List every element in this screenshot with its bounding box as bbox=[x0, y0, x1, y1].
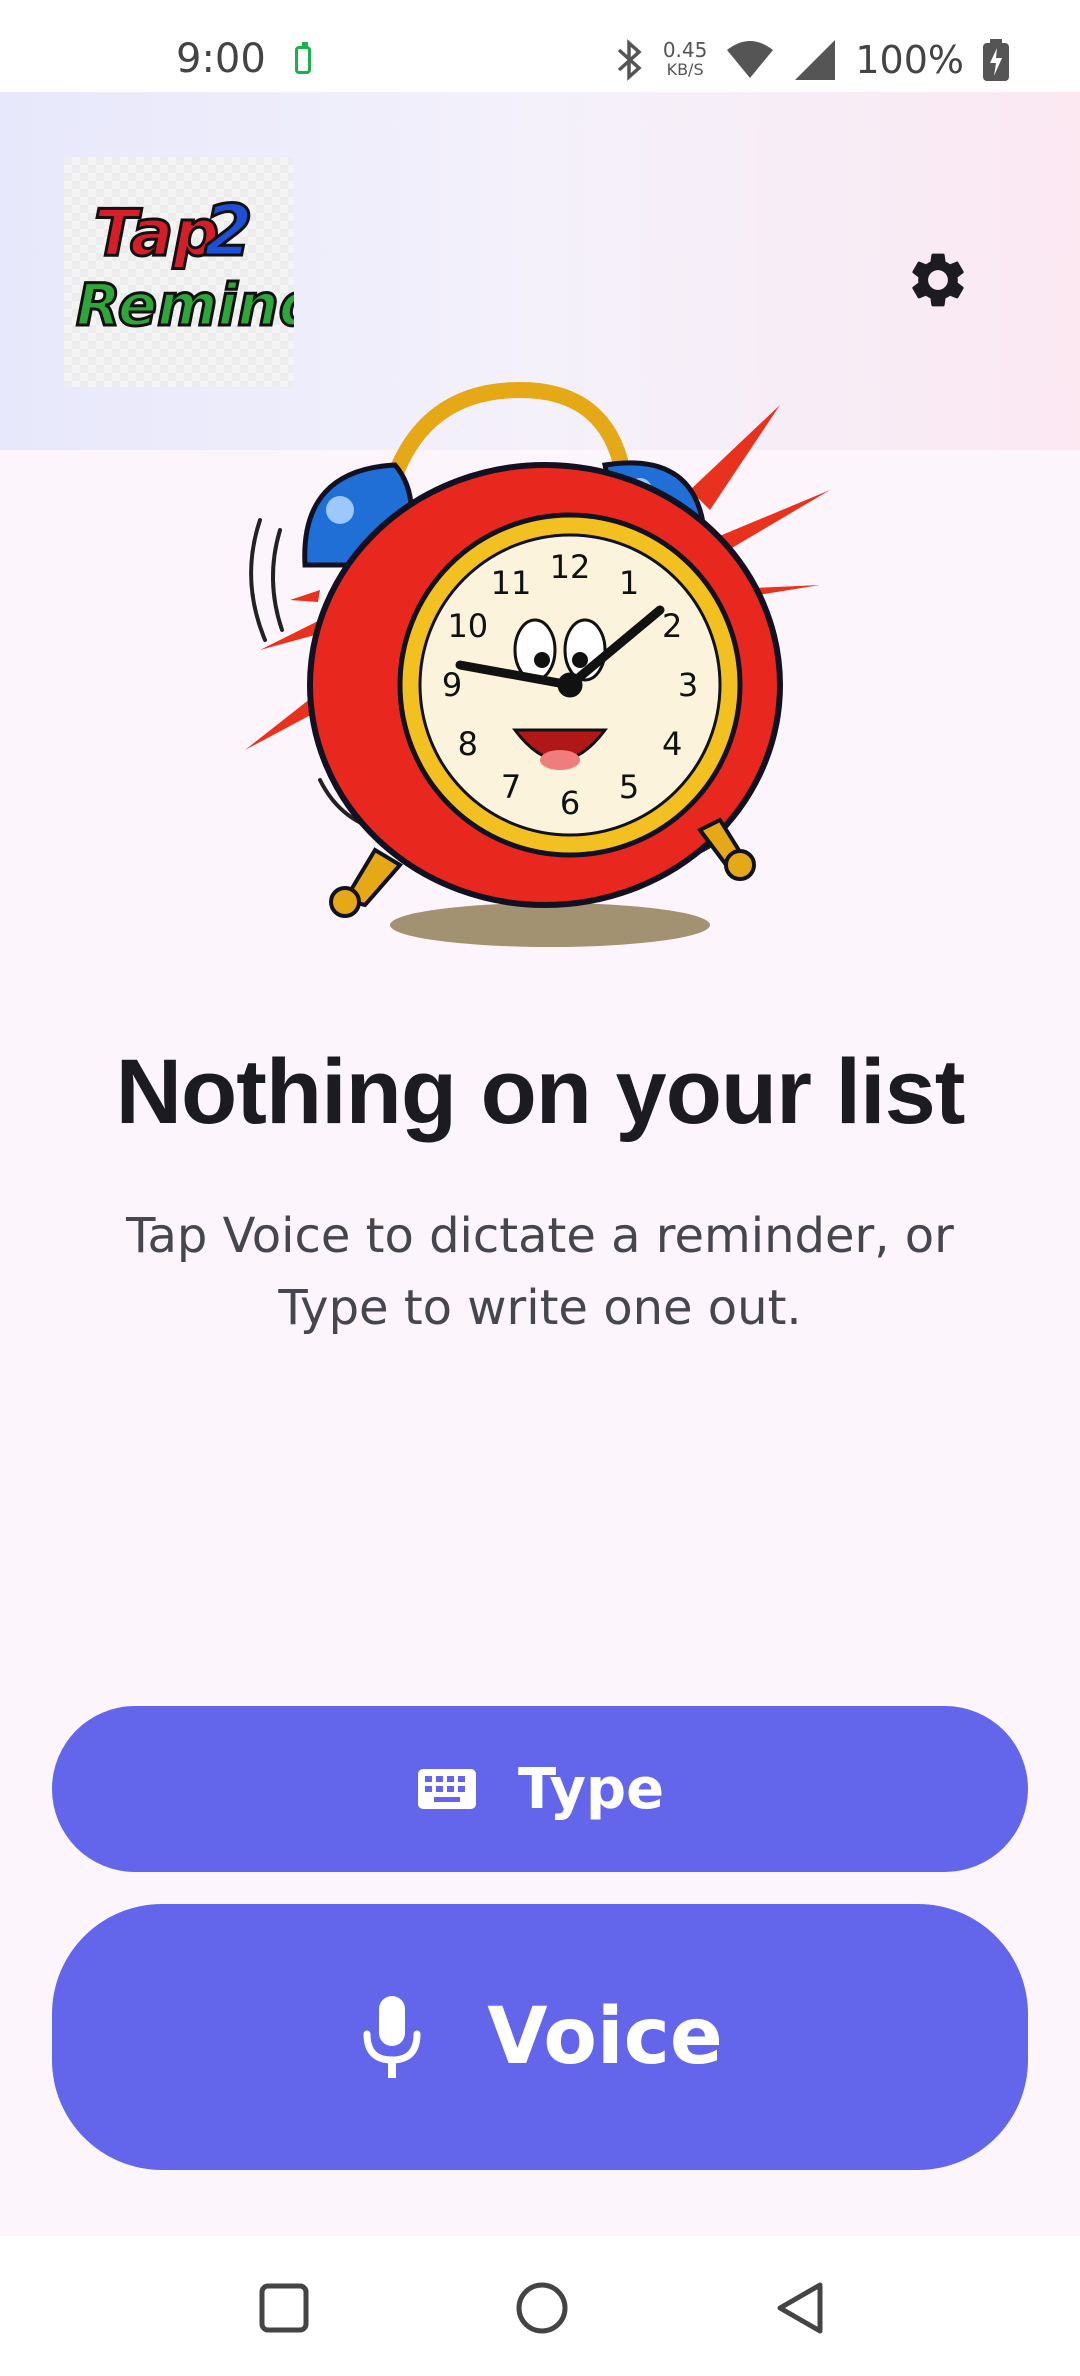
clock-number: 8 bbox=[458, 725, 478, 763]
clock-number: 11 bbox=[491, 564, 532, 602]
status-time: 9:00 bbox=[176, 36, 266, 82]
clock-number: 9 bbox=[442, 666, 462, 704]
battery-charging-icon bbox=[983, 39, 1009, 81]
network-speed-unit: KB/S bbox=[666, 60, 704, 79]
clock-number: 12 bbox=[550, 548, 591, 586]
status-icons: 0.45 KB/S 100% bbox=[615, 30, 1010, 90]
empty-state-title: Nothing on your list bbox=[115, 1041, 966, 1143]
battery-saver-icon bbox=[295, 42, 311, 74]
clock-number: 7 bbox=[501, 768, 521, 806]
network-speed-value: 0.45 bbox=[662, 38, 708, 62]
type-button[interactable]: Type bbox=[52, 1706, 1028, 1872]
square-icon bbox=[259, 2283, 309, 2333]
clock-shadow bbox=[390, 903, 710, 947]
back-button[interactable] bbox=[768, 2276, 832, 2340]
recents-button[interactable] bbox=[252, 2276, 316, 2340]
empty-state-subtitle: Tap Voice to dictate a reminder, or Type… bbox=[126, 1208, 954, 1336]
gear-icon bbox=[912, 253, 964, 307]
clock-number: 5 bbox=[619, 768, 639, 806]
microphone-icon bbox=[363, 1996, 421, 2078]
voice-button-label: Voice bbox=[487, 1992, 723, 2082]
logo-digit-2: 2 bbox=[204, 190, 253, 272]
bluetooth-icon bbox=[617, 39, 642, 81]
type-button-label: Type bbox=[517, 1756, 665, 1822]
triangle-back-icon bbox=[777, 2282, 823, 2334]
status-bar: 9:00 0.45 KB/S 100% bbox=[0, 0, 1080, 92]
battery-percent: 100% bbox=[855, 38, 964, 82]
voice-button[interactable]: Voice bbox=[52, 1904, 1028, 2170]
clock-number: 2 bbox=[662, 607, 682, 645]
home-button[interactable] bbox=[510, 2276, 574, 2340]
network-speed: 0.45 KB/S bbox=[663, 40, 708, 80]
keyboard-icon bbox=[417, 1769, 476, 1809]
logo-word-remind: Remind bbox=[76, 271, 294, 339]
alarm-clock-illustration: 12 1 2 3 4 5 6 7 8 9 10 11 bbox=[220, 350, 860, 970]
system-nav-bar bbox=[0, 2236, 1080, 2376]
clock-number: 3 bbox=[678, 666, 698, 704]
clock-number: 10 bbox=[447, 607, 488, 645]
settings-button[interactable] bbox=[890, 232, 986, 328]
circle-icon bbox=[516, 2282, 568, 2334]
signal-icon bbox=[795, 40, 836, 80]
logo-word-tap: Tap bbox=[94, 197, 219, 271]
wifi-icon bbox=[727, 41, 774, 78]
clock-number: 6 bbox=[560, 784, 580, 822]
clock-number: 1 bbox=[619, 564, 639, 602]
clock-number: 4 bbox=[662, 725, 682, 763]
